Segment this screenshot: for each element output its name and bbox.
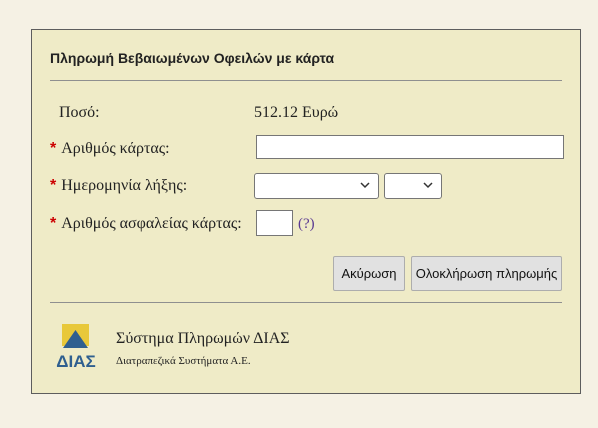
required-marker: * — [50, 177, 57, 194]
amount-value: 512.12 Ευρώ — [254, 104, 339, 121]
required-marker: * — [50, 215, 57, 232]
amount-label: Ποσό: — [59, 104, 100, 121]
complete-payment-button[interactable]: Ολοκλήρωση πληρωμής — [411, 256, 562, 291]
expiry-year-select[interactable] — [384, 173, 442, 199]
cvv-input[interactable] — [256, 210, 293, 236]
expiry-month-select[interactable] — [254, 173, 379, 199]
cvv-label: Αριθμός ασφαλείας κάρτας: — [61, 215, 242, 232]
form-title: Πληρωμή Βεβαιωμένων Οφειλών με κάρτα — [50, 50, 335, 66]
payment-system-name: Σύστημα Πληρωμών ΔΙΑΣ — [116, 330, 290, 347]
cancel-button[interactable]: Ακύρωση — [333, 256, 405, 291]
cvv-label-row: * Αριθμός ασφαλείας κάρτας: — [50, 215, 242, 233]
chevron-down-icon — [423, 182, 433, 189]
company-name: Διατραπεζικά Συστήματα Α.Ε. — [116, 355, 251, 367]
chevron-down-icon — [360, 182, 370, 189]
dias-logo: ΔΙΑΣ — [56, 324, 96, 370]
card-number-input[interactable] — [256, 135, 564, 159]
required-marker: * — [50, 140, 57, 157]
card-number-label: Αριθμός κάρτας: — [61, 140, 170, 157]
svg-text:ΔΙΑΣ: ΔΙΑΣ — [56, 352, 95, 370]
card-number-label-row: * Αριθμός κάρτας: — [50, 140, 170, 158]
expiry-label: Ημερομηνία λήξης: — [61, 177, 188, 194]
title-divider — [50, 80, 562, 81]
expiry-label-row: * Ημερομηνία λήξης: — [50, 177, 187, 195]
cvv-help-link[interactable]: (?) — [298, 216, 315, 233]
payment-panel: Πληρωμή Βεβαιωμένων Οφειλών με κάρτα Ποσ… — [31, 29, 581, 394]
footer-divider — [50, 302, 562, 303]
